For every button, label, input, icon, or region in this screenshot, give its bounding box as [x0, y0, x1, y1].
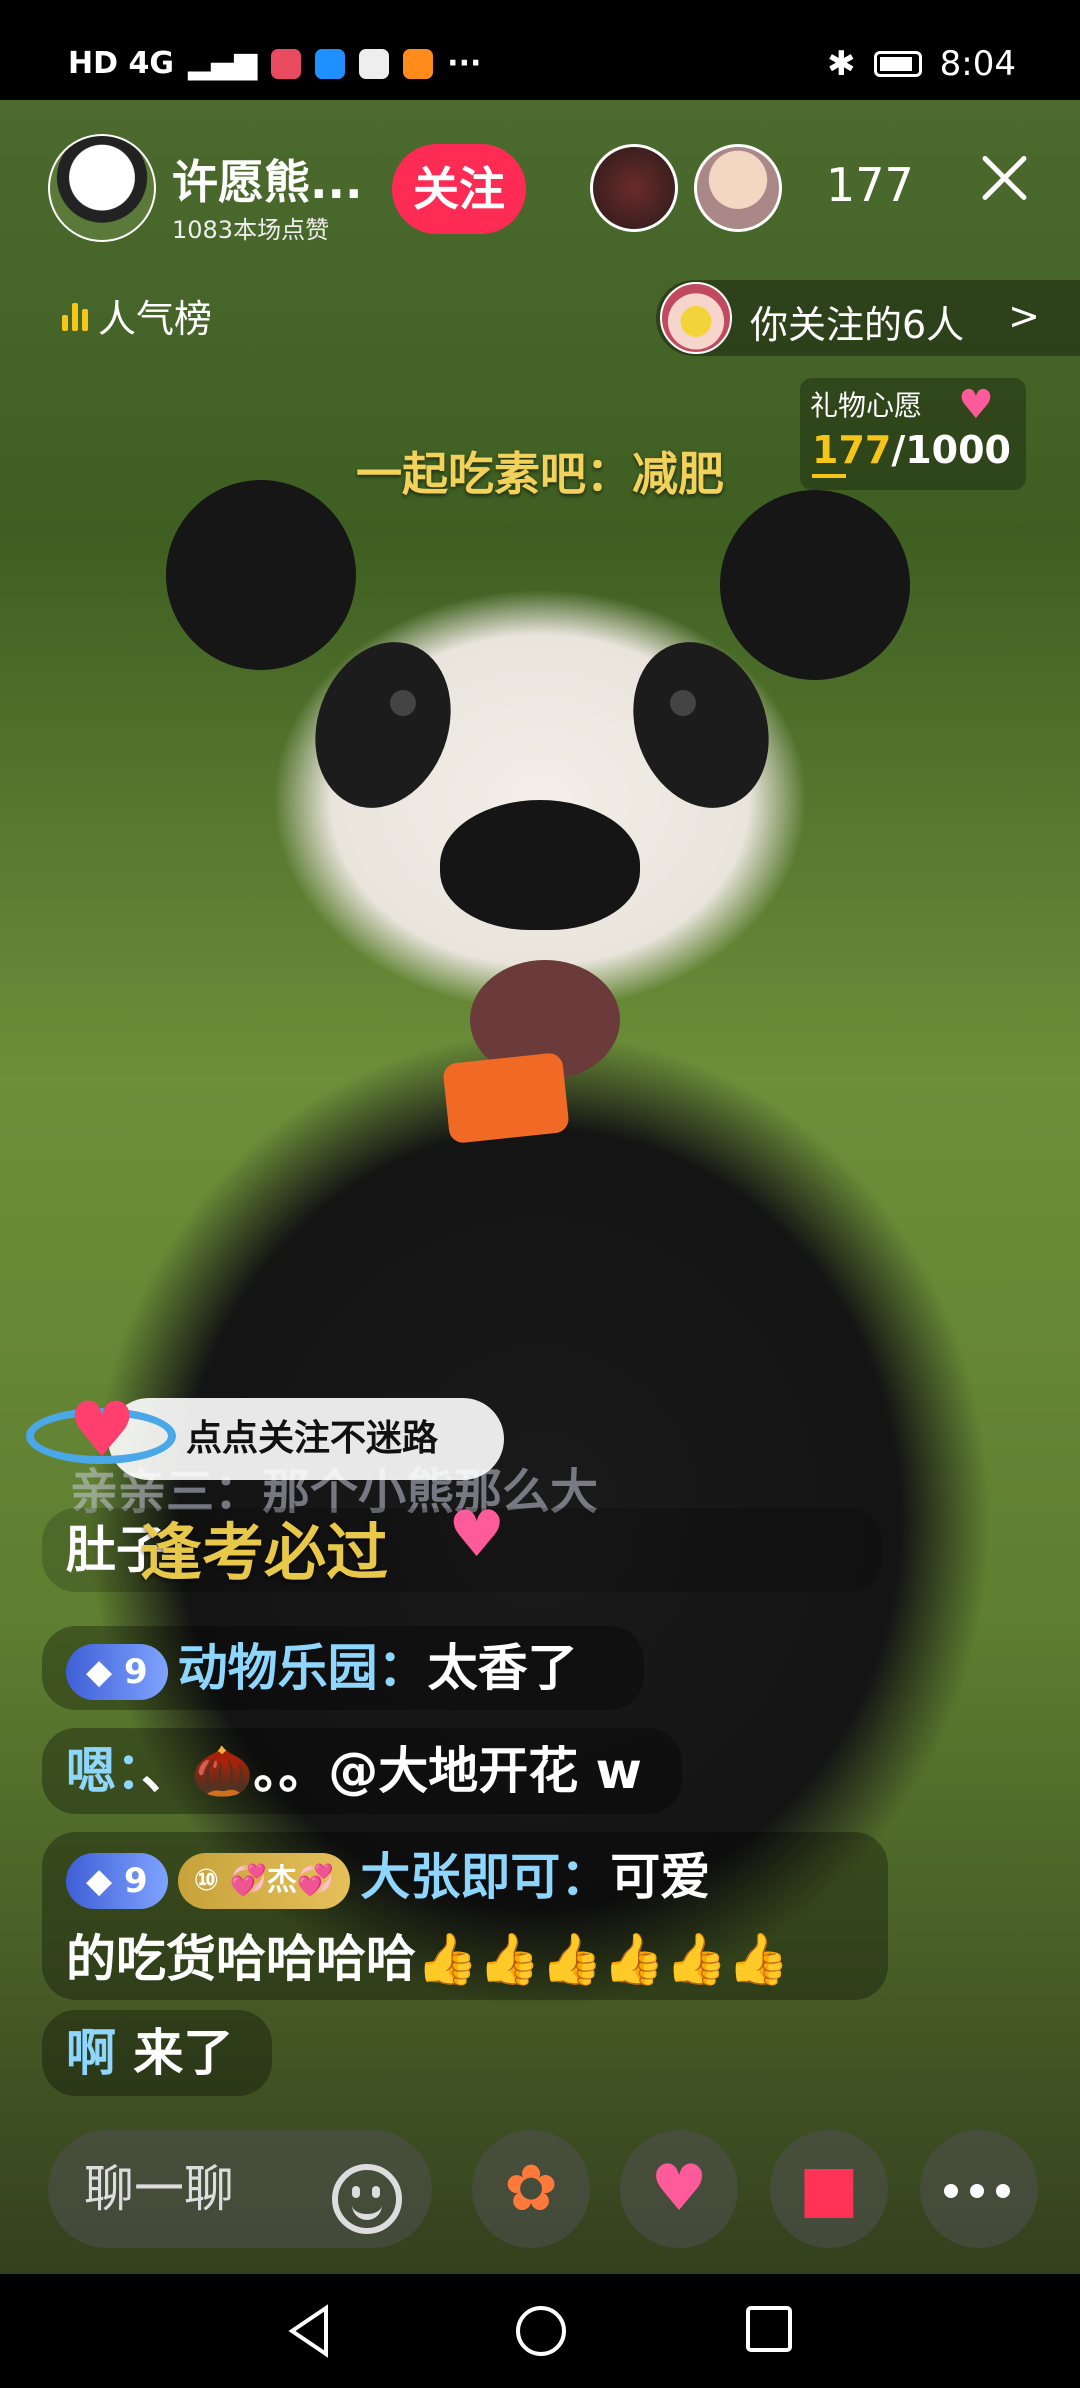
heart-icon: ♥ [958, 382, 994, 428]
user-level-badge: ◆ 9 [66, 1643, 168, 1700]
fan-club-badge: ⑩ 💞杰💞 [177, 1852, 351, 1909]
chevron-right-icon: > [1008, 294, 1040, 338]
gift-wish-title: 礼物心愿 [810, 389, 923, 422]
status-left: HD 4G ▂▄▆ ··· [68, 46, 481, 81]
panda-left-ear [166, 480, 356, 670]
recents-icon[interactable] [744, 2304, 794, 2354]
app-icon-blue [315, 48, 346, 79]
comment-6[interactable]: 啊 来了 [42, 2010, 272, 2096]
system-nav-bar [0, 2274, 1080, 2388]
panda-right-pupil [670, 690, 696, 716]
panda-left-eye [292, 622, 474, 828]
pinwheel-button[interactable]: ✿ [472, 2130, 590, 2248]
status-right: ✱ 8:04 [827, 44, 1016, 84]
user-level-badge: ◆ 9 [66, 1852, 168, 1909]
heart-gift-button[interactable]: ♥ [620, 2130, 738, 2248]
pinwheel-icon: ✿ [504, 2152, 558, 2226]
comment-user: 大张即可： [360, 1848, 611, 1906]
panda-right-ear [720, 490, 910, 680]
signal-icon: ▂▄▆ [187, 46, 258, 81]
close-icon[interactable] [976, 150, 1032, 206]
followed-users-text: 你关注的6人 [750, 303, 965, 347]
love-badge-icon: ♥ [26, 1374, 176, 1494]
follow-button[interactable]: 关注 [392, 144, 526, 234]
rank-label: 人气榜 [98, 297, 213, 341]
status-more: ··· [447, 46, 482, 81]
comment-user: 啊 [66, 2024, 116, 2082]
viewer-count[interactable]: 177 [826, 158, 914, 212]
comment-2[interactable]: ◆ 9 动物乐园：太香了 [42, 1626, 644, 1710]
comment-4[interactable]: ◆ 9⑩ 💞杰💞 大张即可：可爱 的吃货哈哈哈哈👍👍👍👍👍👍 [42, 1832, 888, 2000]
heart-icon: ♥ [650, 2152, 708, 2226]
clock: 8:04 [939, 44, 1016, 84]
gift-button[interactable]: ■ [770, 2130, 888, 2248]
stream-caption: 一起吃素吧：减肥 [356, 447, 724, 501]
viewer-avatar-2[interactable] [694, 144, 782, 232]
host-avatar[interactable] [48, 134, 156, 242]
status-bar: HD 4G ▂▄▆ ··· ✱ 8:04 [0, 0, 1080, 100]
app-icon-orange [403, 48, 434, 79]
app-icon-ball [359, 48, 390, 79]
followed-user-avatar [660, 282, 732, 354]
viewer-avatar-1[interactable] [590, 144, 678, 232]
comment-3[interactable]: 嗯：、🌰。。@大地开花 w [42, 1728, 682, 1814]
host-info[interactable]: 许愿熊... 1083本场点赞 [48, 134, 362, 244]
panda-nose [440, 800, 640, 930]
comment-text: 来了 [133, 2024, 234, 2082]
carrot [442, 1051, 570, 1145]
host-name: 许愿熊... [172, 155, 363, 209]
comment-user: 嗯： [66, 1742, 141, 1800]
emoji-icon[interactable] [332, 2164, 402, 2234]
comment-text: 太香了 [427, 1639, 578, 1697]
network-indicator: HD 4G [68, 46, 174, 81]
panda-left-pupil [390, 690, 416, 716]
more-icon [944, 2184, 958, 2198]
comment-text: 、🌰。。@大地开花 w [141, 1742, 642, 1800]
battery-icon [873, 51, 922, 77]
bluetooth-icon: ✱ [827, 44, 856, 84]
gift-icon: ■ [798, 2152, 860, 2226]
app-icon-red [271, 48, 302, 79]
followed-users-pill[interactable]: 你关注的6人 > [656, 280, 1080, 356]
comment-text-continued: 的吃货哈哈哈哈👍👍👍👍👍👍 [66, 1930, 790, 1988]
gift-overlay-text: 逢考必过 [140, 1516, 389, 1589]
back-icon[interactable] [286, 2304, 332, 2358]
home-icon[interactable] [514, 2304, 568, 2358]
gift-heart-icon: ♥ [448, 1498, 506, 1572]
comment-user: 动物乐园： [177, 1639, 428, 1697]
popularity-rank[interactable]: 人气榜 [62, 288, 212, 343]
more-button[interactable] [920, 2130, 1038, 2248]
comment-text: 可爱 [610, 1848, 711, 1906]
host-likes: 1083本场点赞 [172, 216, 330, 244]
rank-bars-icon [62, 301, 88, 331]
